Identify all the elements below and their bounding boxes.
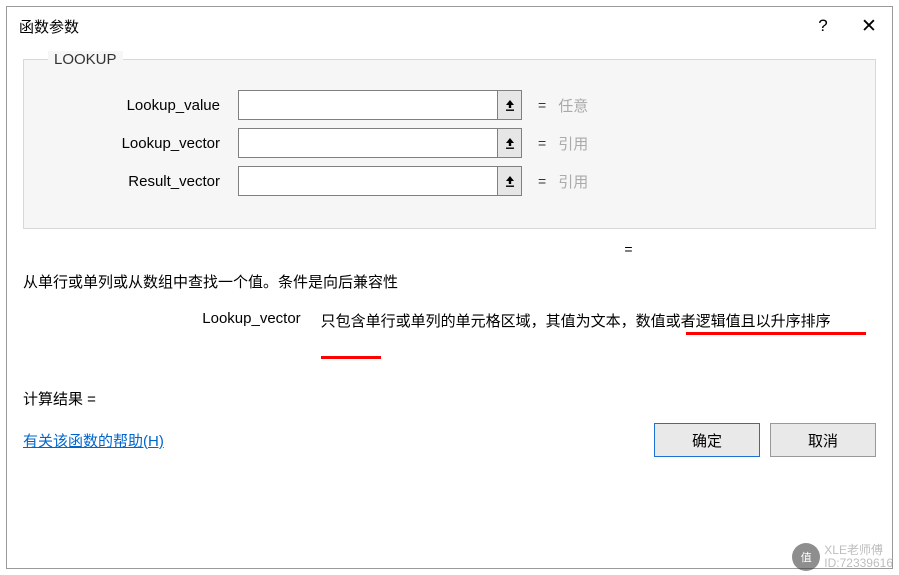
- red-underline-annotation: [321, 356, 381, 359]
- red-underline-annotation: [686, 332, 866, 335]
- param-hint: 任意: [558, 95, 588, 116]
- collapse-dialog-button[interactable]: [498, 166, 522, 196]
- param-label: Result_vector: [48, 173, 238, 190]
- watermark-icon: 值: [792, 543, 820, 571]
- result-preview-equals: =: [381, 241, 876, 257]
- collapse-icon: [504, 98, 516, 112]
- param-help-row: Lookup_vector 只包含单行或单列的单元格区域，其值为文本，数值或者逻…: [23, 310, 876, 334]
- watermark: 值 XLE老师傅 ID:72339616: [792, 543, 893, 571]
- collapse-icon: [504, 174, 516, 188]
- collapse-dialog-button[interactable]: [498, 90, 522, 120]
- param-row: Lookup_value = 任意: [48, 90, 851, 120]
- lookup-value-input[interactable]: [238, 90, 498, 120]
- function-arguments-dialog: 函数参数 ? ✕ LOOKUP Lookup_value = 任意 Lookup…: [6, 6, 893, 569]
- dialog-footer: 有关该函数的帮助(H) 确定 取消: [23, 423, 876, 457]
- result-vector-input[interactable]: [238, 166, 498, 196]
- collapse-icon: [504, 136, 516, 150]
- formula-result: 计算结果 =: [23, 388, 876, 409]
- param-hint: 引用: [558, 133, 588, 154]
- equals-sign: =: [538, 135, 546, 151]
- ok-button[interactable]: 确定: [654, 423, 760, 457]
- watermark-text: XLE老师傅 ID:72339616: [824, 544, 893, 570]
- param-help-text: 只包含单行或单列的单元格区域，其值为文本，数值或者逻辑值且以升序排序: [321, 310, 876, 334]
- equals-sign: =: [538, 97, 546, 113]
- lookup-vector-input[interactable]: [238, 128, 498, 158]
- help-button[interactable]: ?: [800, 7, 846, 45]
- dialog-title: 函数参数: [19, 16, 800, 37]
- param-row: Result_vector = 引用: [48, 166, 851, 196]
- titlebar: 函数参数 ? ✕: [7, 7, 892, 45]
- collapse-dialog-button[interactable]: [498, 128, 522, 158]
- cancel-button[interactable]: 取消: [770, 423, 876, 457]
- group-legend: LOOKUP: [48, 51, 123, 68]
- function-help-link[interactable]: 有关该函数的帮助(H): [23, 430, 164, 451]
- param-label: Lookup_vector: [48, 135, 238, 152]
- dialog-content: LOOKUP Lookup_value = 任意 Lookup_vector: [7, 45, 892, 473]
- param-row: Lookup_vector = 引用: [48, 128, 851, 158]
- lookup-group: LOOKUP Lookup_value = 任意 Lookup_vector: [23, 51, 876, 229]
- param-hint: 引用: [558, 171, 588, 192]
- param-help-name: Lookup_vector: [23, 310, 321, 334]
- function-description: 从单行或单列或从数组中查找一个值。条件是向后兼容性: [23, 271, 876, 292]
- close-button[interactable]: ✕: [846, 7, 892, 45]
- equals-sign: =: [538, 173, 546, 189]
- param-label: Lookup_value: [48, 97, 238, 114]
